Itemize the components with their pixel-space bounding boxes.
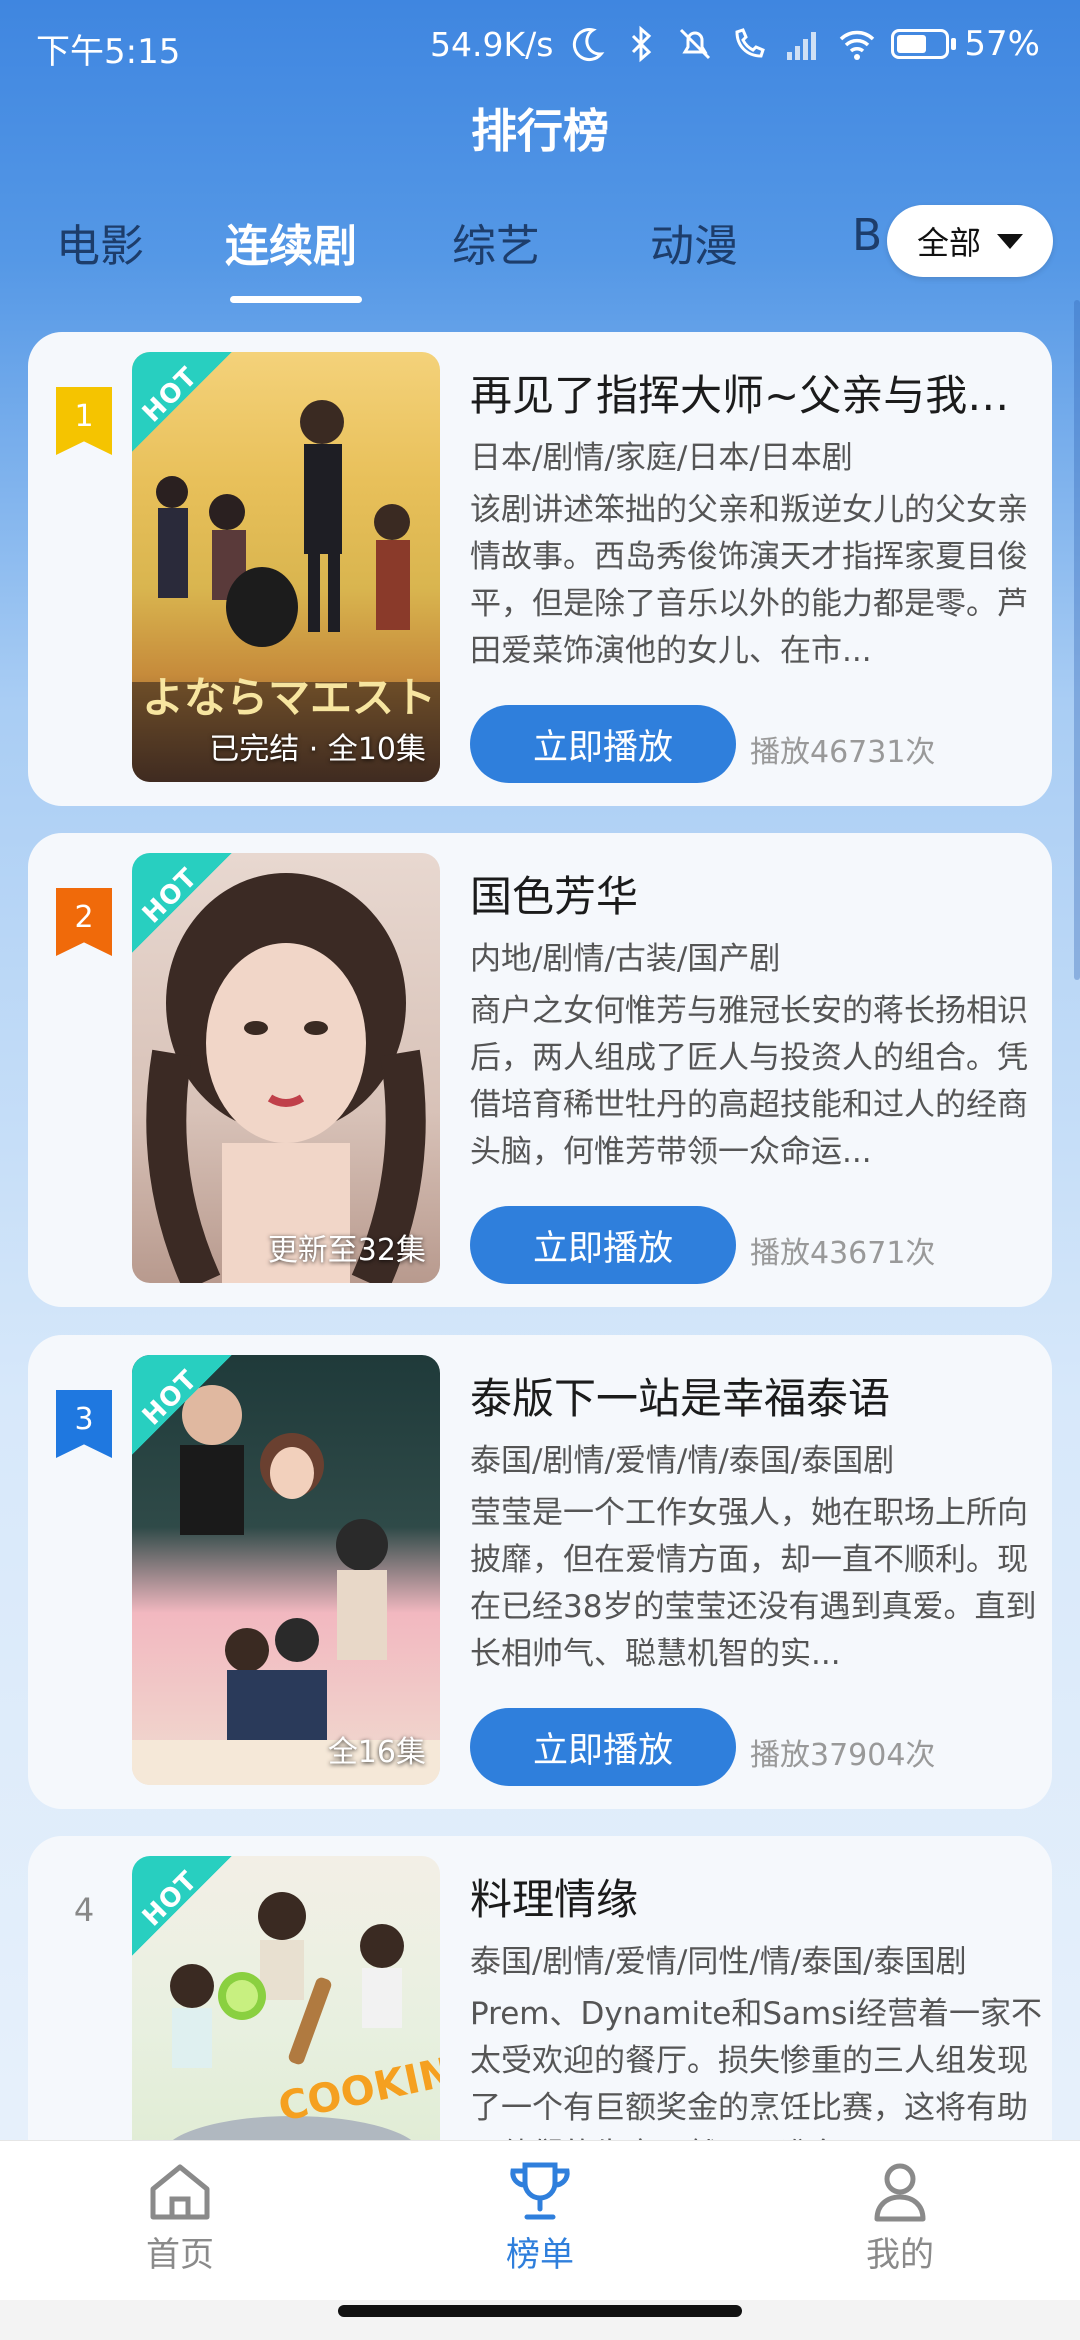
nav-ranking-label: 榜单 [506, 2235, 574, 2275]
tab-series[interactable]: 连续剧 [225, 210, 357, 274]
network-speed: 54.9K/s [429, 24, 554, 64]
hot-tag: HOT [132, 1856, 232, 1956]
rank-badge: 3 [56, 1390, 112, 1458]
drama-title[interactable]: 再见了指挥大师~父亲与我的... [470, 362, 1030, 423]
mute-icon [680, 28, 711, 60]
filter-dropdown[interactable]: 全部 [887, 205, 1053, 277]
trophy-icon [510, 2162, 570, 2220]
hot-tag: HOT [132, 853, 232, 953]
play-button[interactable]: 立即播放 [470, 1206, 736, 1284]
tab-more[interactable]: B [852, 210, 882, 261]
play-count: 播放37904次 [750, 1738, 936, 1773]
play-count: 播放46731次 [750, 735, 936, 770]
play-button[interactable]: 立即播放 [470, 1708, 736, 1786]
signal-icon [787, 32, 817, 60]
drama-title[interactable]: 泰版下一站是幸福泰语 [470, 1365, 1030, 1426]
call-icon [735, 28, 766, 58]
hot-tag: HOT [132, 1355, 232, 1455]
tab-variety[interactable]: 综艺 [452, 210, 540, 274]
moon-icon [573, 28, 605, 62]
status-bar: 下午5:15 54.9K/s 57% [0, 0, 1080, 92]
drama-title[interactable]: 国色芳华 [470, 863, 1030, 924]
user-icon [874, 2163, 926, 2222]
play-button[interactable]: 立即播放 [470, 705, 736, 783]
ranking-card[interactable]: 3 HOT 全16集 泰版下一站是幸福泰语 泰国/剧情/爱情/情/泰国/泰国剧 … [28, 1335, 1052, 1809]
hot-tag: HOT [132, 352, 232, 452]
bluetooth-icon [632, 25, 652, 63]
wifi-icon [840, 30, 875, 60]
filter-label: 全部 [916, 224, 981, 262]
poster-image[interactable]: よならマエスト HOT 已完结 · 全10集 [132, 352, 440, 782]
ranking-card[interactable]: 2 HOT 更新至32集 国色芳华 内地/剧情/古装/国产剧 商户之女何惟芳与雅… [28, 833, 1052, 1307]
home-indicator[interactable] [338, 2305, 742, 2317]
rank-badge: 2 [56, 888, 112, 956]
page-title: 排行榜 [471, 104, 609, 158]
battery-icon: 57% [891, 24, 1040, 64]
poster-image[interactable]: HOT 更新至32集 [132, 853, 440, 1283]
poster-image[interactable]: HOT 全16集 [132, 1355, 440, 1785]
chevron-down-icon [997, 233, 1023, 249]
home-icon [150, 2164, 210, 2220]
bottom-navigation: 首页 榜单 我的 [0, 2140, 1080, 2300]
drama-genre: 泰国/剧情/爱情/情/泰国/泰国剧 [470, 1443, 895, 1479]
rank-badge: 1 [56, 387, 112, 455]
nav-profile-label: 我的 [866, 2235, 934, 2275]
rank-number: 4 [73, 1891, 95, 1929]
drama-description: 商户之女何惟芳与雅冠长安的蒋长扬相识后，两人组成了匠人与投资人的组合。凭借培育稀… [470, 993, 1028, 1170]
status-icons: 54.9K/s 57% [430, 24, 1040, 64]
drama-genre: 日本/剧情/家庭/日本/日本剧 [470, 440, 853, 476]
ranking-card[interactable]: 1 よならマエスト HOT 已完结 · 全10集 再见了指挥大师~父亲与我的..… [28, 332, 1052, 806]
nav-home-label: 首页 [146, 2235, 214, 2275]
active-tab-indicator [230, 296, 362, 303]
episode-status: 已完结 · 全10集 [209, 732, 426, 767]
drama-title[interactable]: 料理情缘 [470, 1866, 1030, 1927]
nav-profile[interactable]: 我的 [800, 2159, 1000, 2276]
episode-status: 更新至32集 [267, 1233, 426, 1268]
nav-ranking[interactable]: 榜单 [440, 2159, 640, 2276]
nav-home[interactable]: 首页 [80, 2159, 280, 2276]
drama-description: 莹莹是一个工作女强人，她在职场上所向披靡，但在爱情方面，却一直不顺利。现在已经3… [470, 1495, 1037, 1672]
drama-description: 该剧讲述笨拙的父亲和叛逆女儿的父女亲情故事。西岛秀俊饰演天才指挥家夏目俊平，但是… [470, 492, 1028, 669]
tab-anime[interactable]: 动漫 [650, 210, 738, 274]
drama-genre: 内地/剧情/古装/国产剧 [470, 941, 781, 977]
tab-movie[interactable]: 电影 [56, 210, 144, 274]
status-time: 下午5:15 [36, 32, 181, 72]
play-count: 播放43671次 [750, 1236, 936, 1271]
episode-status: 全16集 [327, 1735, 426, 1770]
battery-level: 57% [964, 24, 1040, 64]
scrollbar[interactable] [1074, 300, 1080, 980]
drama-genre: 泰国/剧情/爱情/同性/情/泰国/泰国剧 [470, 1944, 967, 1980]
svg-text:よならマエスト: よならマエスト [142, 673, 436, 722]
